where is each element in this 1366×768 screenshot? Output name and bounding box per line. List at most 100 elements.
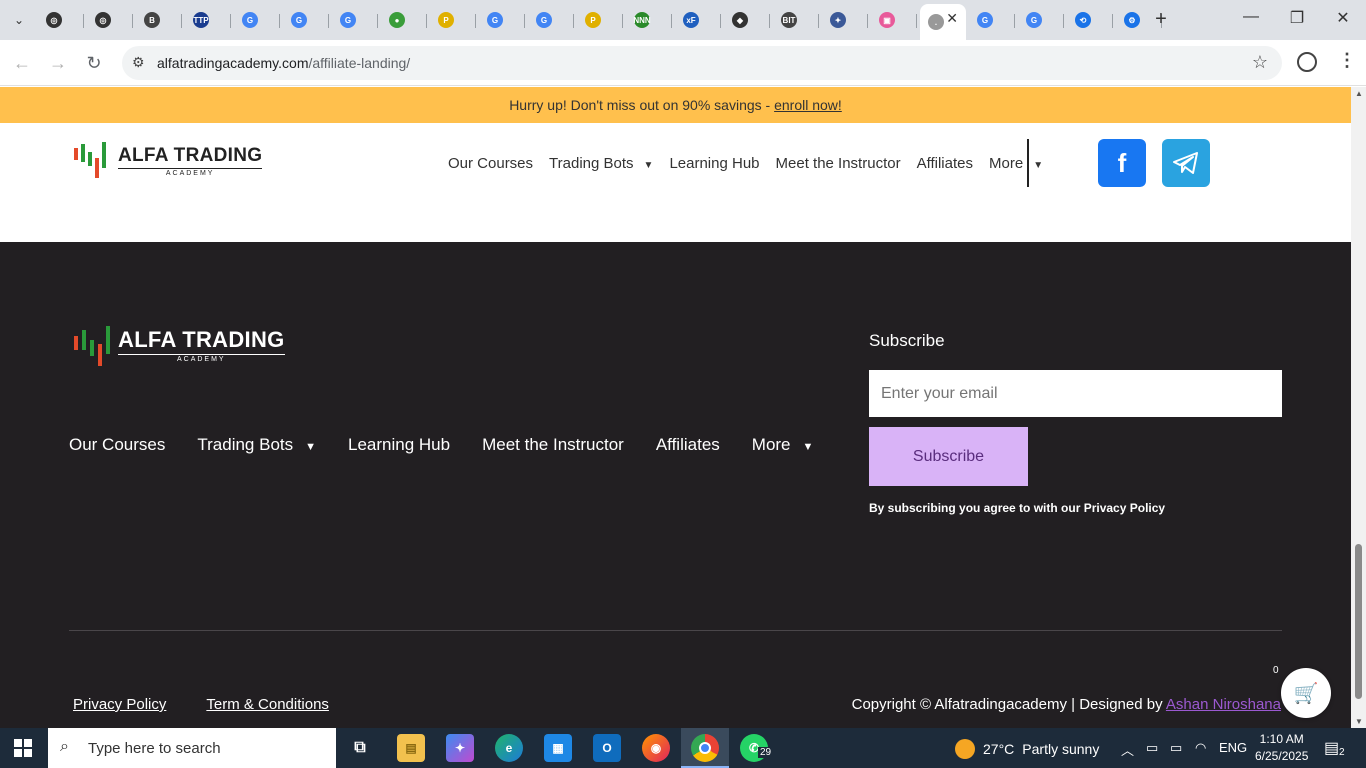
browser-tab[interactable]: G: [528, 6, 574, 34]
wifi-icon[interactable]: ◠: [1195, 740, 1206, 756]
tab-favicon-icon: P: [585, 12, 601, 28]
file-explorer-icon[interactable]: ▤: [397, 734, 425, 762]
chrome-icon[interactable]: [691, 734, 719, 762]
notification-icon[interactable]: ▤: [1324, 738, 1339, 758]
scroll-thumb[interactable]: [1355, 544, 1362, 699]
browser-tab[interactable]: G: [234, 6, 280, 34]
header-logo[interactable]: ALFA TRADING ACADEMY: [74, 142, 263, 180]
browser-tab[interactable]: ▣: [871, 6, 917, 34]
forward-icon[interactable]: →: [47, 52, 69, 74]
footer-logo[interactable]: ALFA TRADING ACADEMY: [74, 326, 285, 366]
store-icon[interactable]: ▦: [544, 734, 572, 762]
task-view-icon[interactable]: ⧉: [346, 734, 374, 762]
outlook-icon[interactable]: O: [593, 734, 621, 762]
enroll-link[interactable]: enroll now!: [774, 97, 842, 113]
terms-link[interactable]: Term & Conditions: [206, 696, 329, 713]
browser-tab[interactable]: ●: [381, 6, 427, 34]
tab-favicon-icon: ◎: [95, 12, 111, 28]
battery-icon[interactable]: ▭: [1170, 740, 1182, 756]
browser-tab[interactable]: ◆: [724, 6, 770, 34]
page-scrollbar[interactable]: ▲ ▼: [1351, 87, 1366, 728]
tray-chevron-icon[interactable]: ︿: [1121, 740, 1134, 759]
footer-nav-learning-hub[interactable]: Learning Hub: [348, 435, 450, 455]
tab-favicon-icon: P: [438, 12, 454, 28]
scroll-down-icon[interactable]: ▼: [1355, 717, 1363, 726]
tab-favicon-icon: G: [977, 12, 993, 28]
minimize-button[interactable]: —: [1228, 8, 1274, 26]
language-indicator[interactable]: ENG: [1219, 740, 1247, 755]
cart-button[interactable]: 🛒: [1281, 668, 1331, 718]
email-input[interactable]: [869, 370, 1282, 417]
header-nav-learning-hub[interactable]: Learning Hub: [669, 155, 759, 172]
site-info-icon[interactable]: ⚙: [132, 54, 145, 71]
telegram-button[interactable]: [1162, 139, 1210, 187]
copyright: Copyright © Alfatradingacademy | Designe…: [852, 696, 1281, 713]
browser-tab[interactable]: P: [577, 6, 623, 34]
tab-separator: [1014, 14, 1015, 28]
tab-favicon-icon: ◆: [732, 12, 748, 28]
header-nav-affiliates[interactable]: Affiliates: [917, 155, 973, 172]
browser-tab[interactable]: ◎: [38, 6, 84, 34]
browser-tab[interactable]: ◎: [87, 6, 133, 34]
close-window-button[interactable]: ✕: [1320, 8, 1366, 28]
tab-search-button[interactable]: ⌄: [6, 7, 32, 33]
scroll-up-icon[interactable]: ▲: [1355, 89, 1363, 98]
browser-tab[interactable]: BIT: [773, 6, 819, 34]
bookmark-star-icon[interactable]: ☆: [1252, 52, 1268, 73]
browser-tab[interactable]: . ✕: [920, 4, 966, 40]
header-nav-our-courses[interactable]: Our Courses: [448, 155, 533, 172]
browser-tab[interactable]: G: [283, 6, 329, 34]
clock[interactable]: 1:10 AM 6/25/2025: [1255, 731, 1308, 765]
taskbar-search[interactable]: ⌕ Type here to search: [48, 728, 336, 768]
browser-tab[interactable]: xF: [675, 6, 721, 34]
footer-nav-more[interactable]: More ▼: [752, 435, 814, 455]
menu-icon[interactable]: ⋮: [1338, 50, 1356, 71]
tab-separator: [573, 14, 574, 28]
browser-tab[interactable]: TTP: [185, 6, 231, 34]
subscribe-button[interactable]: Subscribe: [869, 427, 1028, 486]
tab-favicon-icon: ◎: [46, 12, 62, 28]
edge-icon[interactable]: e: [495, 734, 523, 762]
browser-tab[interactable]: ⟲: [1067, 6, 1113, 34]
close-tab-icon[interactable]: ✕: [946, 10, 958, 27]
privacy-policy-link[interactable]: Privacy Policy: [73, 696, 166, 713]
logo-subtitle: ACADEMY: [118, 168, 263, 177]
site-footer: ALFA TRADING ACADEMY Our Courses Trading…: [0, 242, 1351, 728]
windows-start-icon[interactable]: [14, 739, 32, 757]
browser-tab[interactable]: G: [1018, 6, 1064, 34]
profile-icon[interactable]: [1297, 52, 1317, 72]
facebook-button[interactable]: f: [1098, 139, 1146, 187]
cart-icon: 🛒: [1293, 682, 1319, 705]
footer-nav-affiliates[interactable]: Affiliates: [656, 435, 720, 455]
tab-favicon-icon: ✦: [830, 12, 846, 28]
browser-tab[interactable]: B: [136, 6, 182, 34]
caret-down-icon: ▼: [1033, 160, 1044, 171]
browser-tab[interactable]: ✦: [822, 6, 868, 34]
header-nav-trading-bots[interactable]: Trading Bots ▼: [549, 155, 653, 172]
partly-sunny-icon: [955, 739, 975, 759]
copilot-icon[interactable]: ✦: [446, 734, 474, 762]
footer-nav-meet-instructor[interactable]: Meet the Instructor: [482, 435, 624, 455]
browser-tab[interactable]: G: [332, 6, 378, 34]
footer-nav-trading-bots[interactable]: Trading Bots ▼: [197, 435, 316, 455]
reload-icon[interactable]: ↻: [83, 52, 105, 74]
header-nav-more[interactable]: More ▼: [989, 155, 1043, 172]
tab-separator: [622, 14, 623, 28]
back-icon[interactable]: ←: [11, 52, 33, 74]
footer-nav-our-courses[interactable]: Our Courses: [69, 435, 165, 455]
footer-nav-trading-bots-label: Trading Bots: [197, 435, 294, 454]
browser-tab[interactable]: P: [430, 6, 476, 34]
firefox-icon[interactable]: ◉: [642, 734, 670, 762]
header-nav-meet-instructor[interactable]: Meet the Instructor: [776, 155, 901, 172]
browser-tab[interactable]: G: [479, 6, 525, 34]
new-tab-button[interactable]: +: [1150, 8, 1172, 30]
address-bar[interactable]: ⚙ alfatradingacademy.com/affiliate-landi…: [122, 46, 1282, 80]
browser-tab[interactable]: NNN: [626, 6, 672, 34]
tab-favicon-icon: xF: [683, 12, 699, 28]
meet-now-icon[interactable]: ▭: [1146, 740, 1158, 756]
promo-text: Hurry up! Don't miss out on 90% savings …: [509, 97, 775, 113]
weather-widget[interactable]: 27°C Partly sunny: [955, 739, 1099, 759]
browser-tab[interactable]: G: [969, 6, 1015, 34]
designer-link[interactable]: Ashan Niroshana: [1166, 696, 1281, 713]
restore-button[interactable]: ❐: [1274, 8, 1320, 28]
